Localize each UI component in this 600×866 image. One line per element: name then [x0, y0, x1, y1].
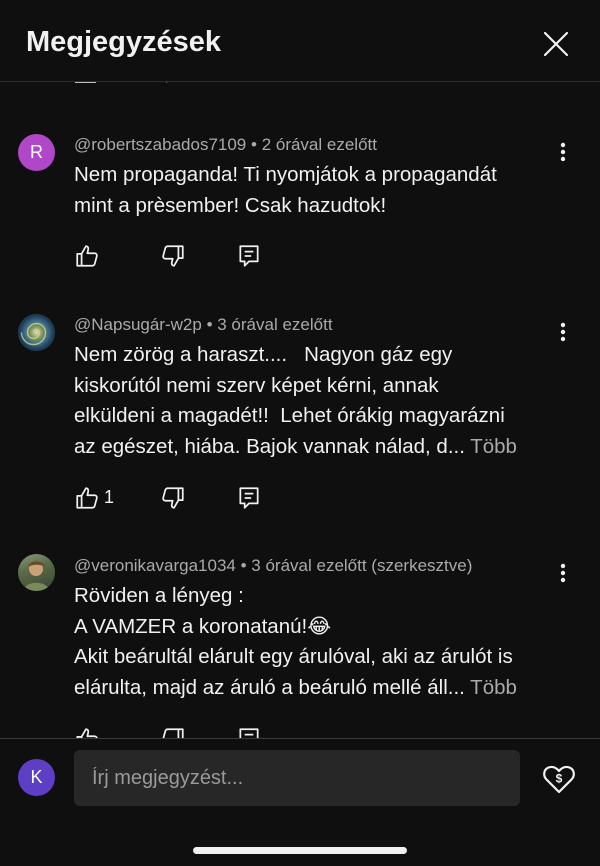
comment-text-line-last: elárulta, majd az áruló a beáruló mellé …	[74, 673, 554, 704]
svg-text:$: $	[556, 772, 563, 786]
comment-text-line: Nem propaganda! Ti nyomjátok a propagand…	[74, 163, 497, 186]
comments-header: Megjegyzések	[0, 0, 600, 82]
comment-author[interactable]: @robertszabados7109	[74, 135, 246, 154]
dislike-button[interactable]	[160, 726, 186, 738]
comment-input[interactable]	[74, 750, 520, 806]
reply-button[interactable]	[236, 243, 262, 269]
comment-list[interactable]: R @robertszabados7109 • 2 órával ezelőtt…	[0, 82, 600, 738]
comment-meta: @veronikavarga1034 • 3 órával ezelőtt (s…	[74, 556, 472, 576]
comment-text-line: kiskorútól nemi szerv képet kérni, annak	[74, 373, 439, 397]
reply-icon[interactable]	[238, 82, 264, 86]
comment-text-line: Akit beárultál elárult egy árulóval, aki…	[74, 645, 513, 668]
meta-separator: •	[251, 135, 262, 154]
meta-separator: •	[206, 315, 218, 334]
close-button[interactable]	[536, 24, 576, 64]
comment-time: 3 órával ezelőtt	[217, 315, 333, 334]
super-thanks-icon: $	[543, 765, 575, 794]
comment-text-line: elküldeni a magadét!! Lehet órákig magya…	[74, 404, 505, 427]
comment-time: 3 órával ezelőtt (szerkesztve)	[251, 556, 473, 575]
previous-comment-actions	[0, 82, 600, 90]
comment-author[interactable]: @Napsugár-w2p	[74, 315, 202, 334]
comment-text-line: Nem zörög a haraszt.... Nagyon gáz egy	[74, 343, 453, 366]
like-button[interactable]	[74, 485, 100, 511]
thumb-down-icon	[162, 245, 184, 267]
avatar-letter: K	[30, 767, 43, 787]
comment-text-line: Röviden a lényeg :	[74, 584, 244, 607]
avatar[interactable]	[18, 554, 55, 591]
like-count: 1	[104, 487, 115, 507]
comment-time: 2 órával ezelőtt	[261, 135, 377, 154]
dislike-button[interactable]	[160, 485, 186, 511]
thumb-up-icon[interactable]	[74, 82, 100, 86]
comment-text-line: elárulta, majd az áruló a beáruló mellé …	[74, 675, 465, 699]
comment-text: Nem propaganda! Ti nyomjátok a propagand…	[74, 160, 554, 221]
reply-icon	[239, 245, 259, 267]
comment-text: Röviden a lényeg : A VAMZER a koronatanú…	[74, 581, 554, 703]
read-more-link[interactable]: Több	[470, 435, 517, 458]
thumb-down-icon	[162, 487, 184, 509]
comment-text: Nem zörög a haraszt.... Nagyon gáz egy k…	[74, 340, 554, 462]
reply-button[interactable]	[236, 485, 262, 511]
avatar-image	[23, 561, 50, 591]
thumb-down-icon[interactable]	[162, 82, 188, 86]
comment-text-line-last: az egészet, hiába. Bajok vannak nálad, d…	[74, 432, 554, 463]
comment-actions	[74, 243, 374, 273]
close-icon	[543, 31, 569, 57]
thumb-up-icon	[76, 728, 98, 738]
comment-text-line: az egészet, hiába. Bajok vannak nálad, d…	[74, 434, 465, 458]
page-title: Megjegyzések	[26, 26, 222, 58]
thumb-down-icon	[162, 728, 184, 738]
avatar-image	[20, 322, 47, 346]
reply-button[interactable]	[236, 726, 262, 738]
like-button[interactable]	[74, 726, 100, 738]
avatar[interactable]: R	[18, 134, 55, 171]
thumb-up-icon	[76, 245, 98, 267]
comment-composer: K $	[0, 738, 600, 866]
comment-author[interactable]: @veronikavarga1034	[74, 556, 236, 575]
home-indicator[interactable]	[193, 847, 407, 854]
dislike-button[interactable]	[160, 243, 186, 269]
avatar[interactable]: K	[18, 759, 55, 796]
comment-text-line: A VAMZER a koronatanú!😂	[74, 614, 332, 638]
comment-meta: @Napsugár-w2p • 3 órával ezelőtt	[74, 315, 333, 335]
like-button[interactable]	[74, 243, 100, 269]
thumb-up-icon	[76, 487, 98, 509]
reply-icon	[239, 487, 259, 509]
avatar-letter: R	[30, 142, 43, 162]
comment-text-line: mint a prèsember! Csak hazudtok!	[74, 193, 387, 217]
super-thanks-button[interactable]: $	[541, 761, 577, 797]
meta-separator: •	[240, 556, 252, 575]
comment-actions	[74, 726, 374, 738]
reply-icon	[239, 728, 259, 738]
comment-actions: 1	[74, 485, 374, 515]
comment-meta: @robertszabados7109 • 2 órával ezelőtt	[74, 135, 377, 155]
avatar[interactable]	[18, 314, 55, 351]
read-more-link[interactable]: Több	[470, 676, 517, 699]
